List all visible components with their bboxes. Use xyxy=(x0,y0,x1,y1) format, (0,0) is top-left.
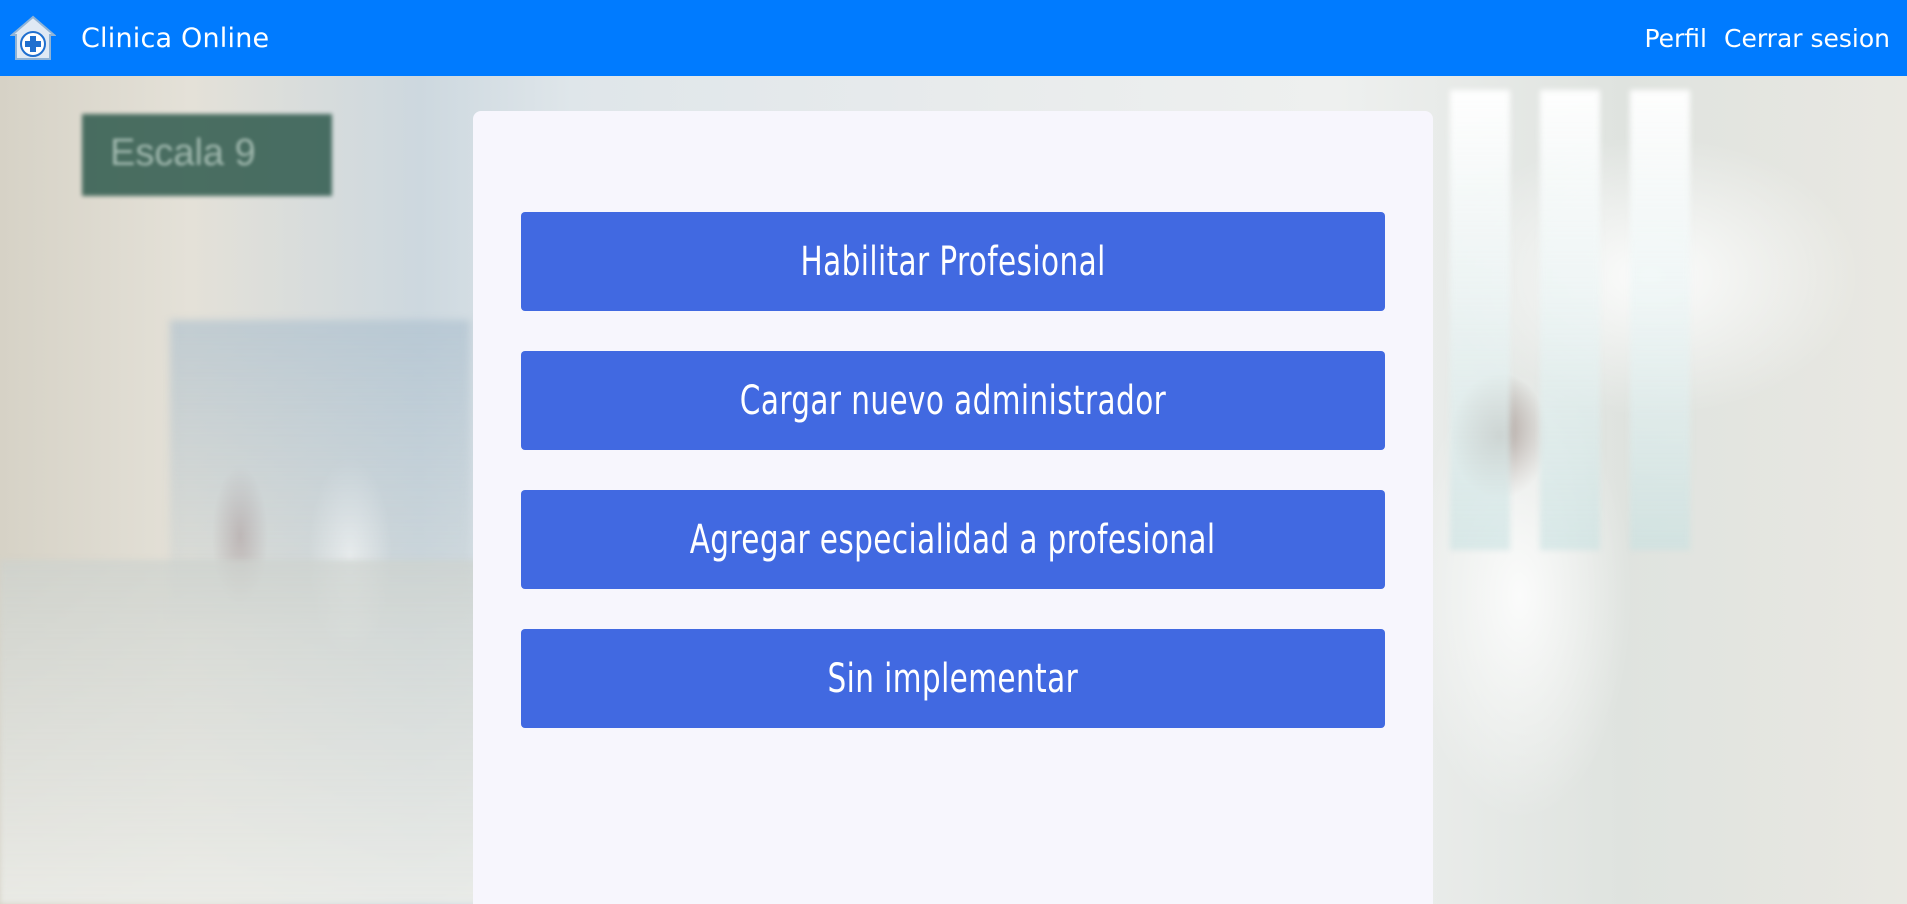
background-window xyxy=(1450,90,1510,550)
page: Escala 9 Clinica Online Perfil Cerrar se… xyxy=(0,0,1907,904)
button-label: Sin implementar xyxy=(827,655,1079,702)
nav-link-perfil[interactable]: Perfil xyxy=(1644,24,1707,53)
navbar: Clinica Online Perfil Cerrar sesion xyxy=(0,0,1907,76)
sin-implementar-button[interactable]: Sin implementar xyxy=(521,629,1385,728)
button-label: Cargar nuevo administrador xyxy=(739,377,1167,424)
background-floor xyxy=(0,560,480,904)
admin-actions-card: Habilitar Profesional Cargar nuevo admin… xyxy=(473,111,1433,904)
cargar-nuevo-administrador-button[interactable]: Cargar nuevo administrador xyxy=(521,351,1385,450)
nav-link-cerrar-sesion[interactable]: Cerrar sesion xyxy=(1724,24,1890,53)
background-sign-text: Escala 9 xyxy=(110,132,256,174)
button-label: Agregar especialidad a profesional xyxy=(690,516,1216,563)
background-window xyxy=(1630,90,1690,550)
background-window xyxy=(1540,90,1600,550)
habilitar-profesional-button[interactable]: Habilitar Profesional xyxy=(521,212,1385,311)
button-label: Habilitar Profesional xyxy=(800,238,1106,285)
agregar-especialidad-button[interactable]: Agregar especialidad a profesional xyxy=(521,490,1385,589)
hospital-logo-icon[interactable] xyxy=(9,15,57,61)
brand-title[interactable]: Clinica Online xyxy=(81,23,269,54)
